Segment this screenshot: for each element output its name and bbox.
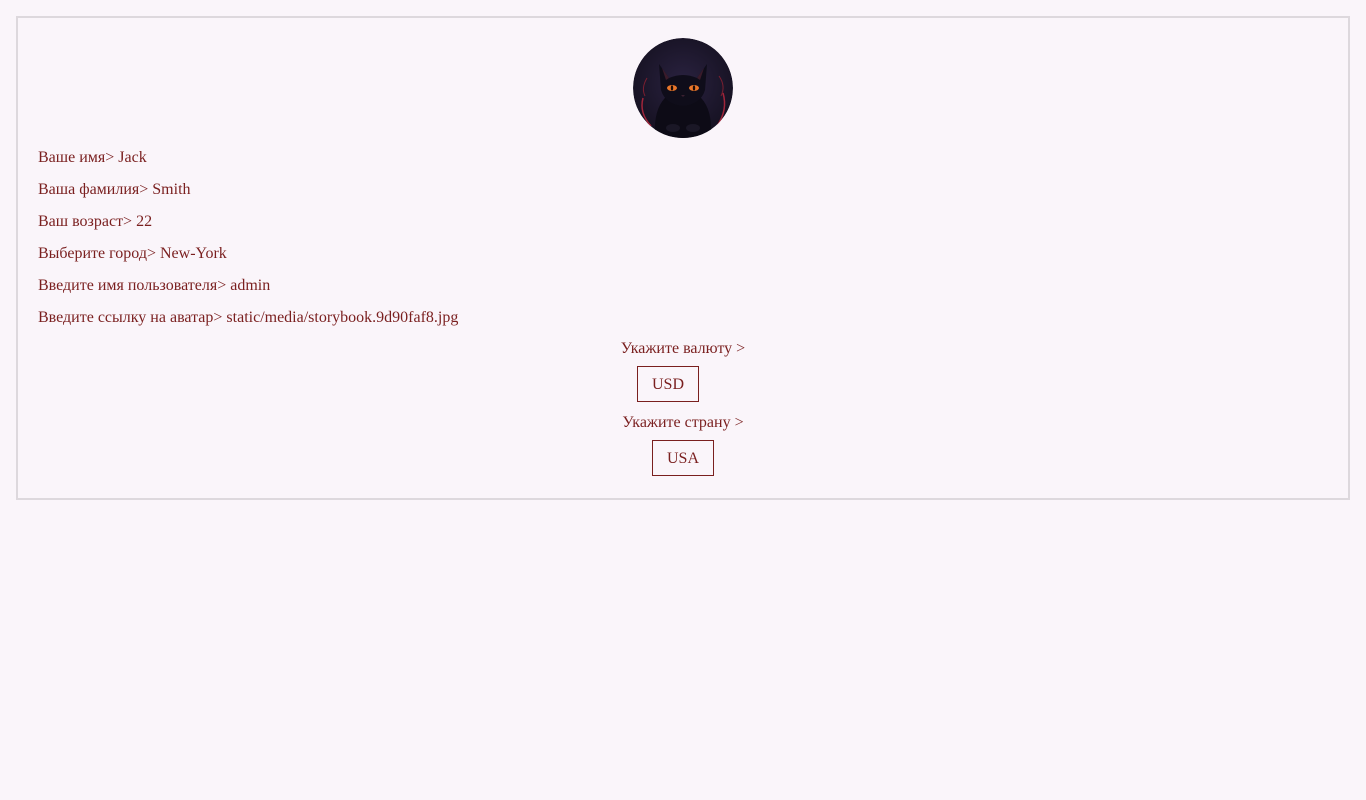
first-name-label: Ваше имя>	[38, 149, 115, 166]
currency-select-wrap: USD	[18, 366, 1348, 402]
country-select-wrap: USA	[18, 440, 1348, 476]
city-label: Выберите город>	[38, 245, 156, 262]
age-label: Ваш возраст>	[38, 213, 133, 230]
username-value: admin	[230, 277, 271, 294]
profile-card: Ваше имя> Jack Ваша фамилия> Smith Ваш в…	[16, 16, 1350, 500]
last-name-label: Ваша фамилия>	[38, 181, 149, 198]
black-cat-avatar-icon	[633, 38, 733, 138]
last-name-row: Ваша фамилия> Smith	[38, 180, 458, 212]
avatar-link-row: Введите ссылку на аватар> static/media/s…	[38, 308, 458, 340]
avatar-link-value: static/media/storybook.9d90faf8.jpg	[226, 309, 459, 326]
avatar-link-label: Введите ссылку на аватар>	[38, 309, 223, 326]
currency-select[interactable]: USD	[637, 366, 699, 402]
first-name-value: Jack	[118, 149, 147, 166]
last-name-value: Smith	[152, 181, 191, 198]
city-value: New-York	[159, 245, 227, 262]
username-label: Введите имя пользователя>	[38, 277, 227, 294]
country-select[interactable]: USA	[652, 440, 714, 476]
city-row: Выберите город> New-York	[38, 244, 458, 276]
first-name-row: Ваше имя> Jack	[38, 148, 458, 180]
profile-fields: Ваше имя> Jack Ваша фамилия> Smith Ваш в…	[38, 148, 458, 340]
avatar	[633, 38, 733, 138]
age-row: Ваш возраст> 22	[38, 212, 458, 244]
currency-label: Укажите валюту >	[620, 340, 746, 357]
age-value: 22	[136, 213, 153, 230]
username-row: Введите имя пользователя> admin	[38, 276, 458, 308]
country-label: Укажите страну >	[622, 414, 744, 431]
